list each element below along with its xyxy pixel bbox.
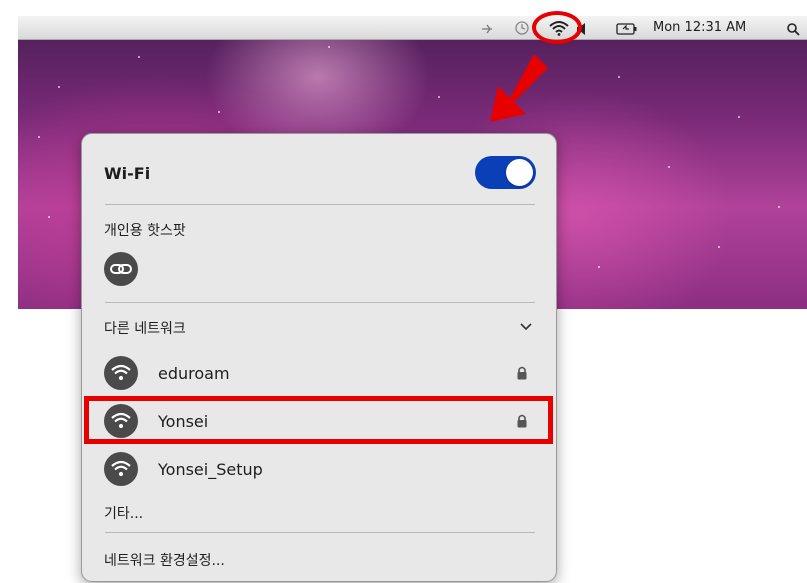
wifi-title: Wi-Fi — [104, 164, 151, 183]
wifi-menu-popup: Wi-Fi 개인용 핫스팟 다른 네트워크 eduroam Yonsei Yon… — [81, 133, 557, 582]
wifi-toggle-knob — [506, 159, 533, 186]
other-network-item[interactable]: 기타... — [104, 503, 143, 523]
network-preferences-item[interactable]: 네트워크 환경설정... — [104, 550, 225, 570]
annotation-highlight-box — [84, 396, 553, 444]
battery-icon[interactable] — [616, 21, 638, 40]
wifi-icon-badge — [104, 356, 138, 390]
link-icon — [110, 264, 132, 274]
other-networks-section-label[interactable]: 다른 네트워크 — [104, 318, 186, 338]
separator — [105, 302, 535, 303]
hotspot-section-label: 개인용 핫스팟 — [104, 223, 186, 239]
wifi-toggle[interactable] — [475, 156, 536, 189]
network-item-eduroam[interactable]: eduroam — [82, 354, 556, 396]
network-name: eduroam — [158, 364, 230, 383]
separator — [105, 532, 535, 533]
separator — [105, 204, 535, 205]
bluetooth-icon[interactable] — [480, 21, 494, 40]
wifi-icon-badge — [104, 452, 138, 486]
lock-icon — [517, 366, 527, 380]
network-name: Yonsei_Setup — [158, 460, 263, 479]
menubar-clock[interactable]: Mon 12:31 AM — [653, 16, 746, 40]
chevron-down-icon[interactable] — [519, 322, 533, 332]
network-item-yonsei-setup[interactable]: Yonsei_Setup — [82, 450, 556, 492]
search-icon[interactable] — [786, 21, 800, 40]
wifi-icon — [111, 364, 131, 380]
personal-hotspot-button[interactable] — [104, 252, 138, 286]
wifi-icon — [111, 460, 131, 476]
menu-bar: Mon 12:31 AM — [18, 16, 807, 40]
time-machine-icon[interactable] — [514, 20, 530, 40]
annotation-circle — [532, 11, 582, 44]
annotation-arrow — [490, 54, 548, 122]
